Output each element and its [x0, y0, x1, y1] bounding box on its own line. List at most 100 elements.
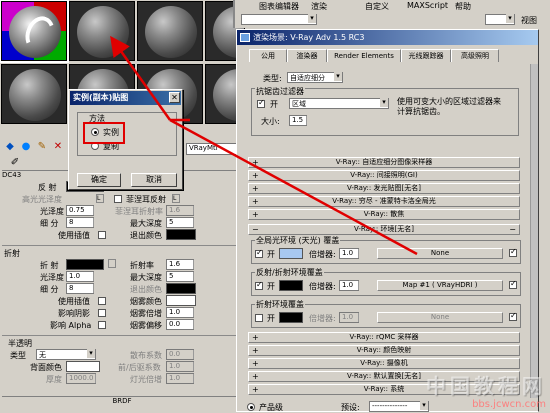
gi-env-color-swatch[interactable] — [279, 248, 303, 259]
refl-env-map-checkbox[interactable] — [509, 279, 517, 289]
gloss-spinner[interactable]: 0.75 — [66, 205, 100, 216]
refl-env-color-swatch[interactable] — [279, 280, 303, 291]
fog-color-swatch[interactable] — [166, 295, 196, 306]
pick-material-icon[interactable]: ✐ — [8, 156, 22, 170]
gi-env-on-checkbox[interactable] — [255, 248, 263, 258]
rollout-color-mapping[interactable]: + V-Ray:: 颜色映射 — [248, 345, 520, 356]
refl-mult-spinner[interactable]: 1.0 — [339, 280, 365, 291]
fog-bias-spinner[interactable]: 0.0 — [166, 319, 200, 330]
get-material-icon[interactable]: ◆ — [3, 140, 17, 154]
fwd-bck-label: 前/后驱系数 — [118, 363, 161, 372]
subdivs-spinner[interactable]: 8 — [66, 217, 100, 228]
menu-maxscript[interactable]: MAXScript — [407, 1, 448, 10]
hilight-lock-text: L — [97, 195, 101, 202]
refl-env-on-checkbox[interactable] — [255, 280, 263, 290]
teapot-icon — [240, 33, 250, 42]
refl-env-map-button[interactable]: Map #1 ( VRayHDRI ) — [377, 280, 503, 291]
tab-advanced-lighting[interactable]: 高级照明 — [451, 49, 499, 62]
refr-exit-color-swatch[interactable] — [166, 283, 196, 294]
fresnel-lock-button[interactable]: L — [172, 194, 180, 203]
gi-env-label: 全局光环境 (天光) 覆盖 — [255, 235, 341, 246]
assign-material-icon[interactable]: ✎ — [35, 140, 49, 154]
material-slot-2[interactable] — [69, 1, 135, 61]
filter-dropdown[interactable]: 区域 — [289, 98, 389, 109]
refr-max-depth-spinner[interactable]: 5 — [166, 271, 200, 282]
rollout-environment[interactable]: − V-Ray:: 环境[无名] − — [248, 224, 520, 235]
tab-render-elements[interactable]: Render Elements — [327, 49, 401, 62]
refr-mult-spinner[interactable]: 1.0 — [339, 312, 365, 323]
refract-color-swatch[interactable] — [66, 259, 104, 270]
rollout-header-brdf[interactable]: BRDF — [2, 396, 242, 407]
put-to-scene-icon[interactable]: ● — [19, 140, 33, 154]
aa-filter-on-checkbox[interactable] — [257, 98, 265, 108]
fresnel-ior-spinner[interactable]: 1.6 — [166, 205, 200, 216]
gi-env-map-checkbox[interactable] — [509, 247, 517, 257]
rollout-gi[interactable]: + V-Ray:: 间接照明(GI) — [248, 170, 520, 181]
back-color-swatch[interactable] — [66, 361, 100, 372]
gi-mult-spinner[interactable]: 1.0 — [339, 248, 365, 259]
refr-env-color-swatch[interactable] — [279, 312, 303, 323]
rollout-irradiance-map[interactable]: + V-Ray:: 发光贴图[无名] — [248, 183, 520, 194]
rollout-caustics-label: V-Ray:: 散焦 — [363, 210, 405, 218]
rollout-image-sampler-label: V-Ray:: 自适应细分图像采样器 — [335, 158, 433, 166]
trans-type-dropdown[interactable]: 无 — [36, 349, 96, 360]
refract-label: 折 射 — [40, 261, 59, 270]
filter-size-spinner[interactable]: 1.5 — [289, 115, 313, 126]
refr-env-map-button[interactable]: None — [377, 312, 503, 323]
material-slot-4[interactable] — [1, 64, 67, 124]
fresnel-checkbox[interactable] — [114, 195, 122, 203]
view-combo[interactable] — [485, 14, 515, 25]
gi-env-map-button[interactable]: None — [377, 248, 503, 259]
rollout-image-sampler[interactable]: + V-Ray:: 自适应细分图像采样器 — [248, 157, 520, 168]
refr-gloss-spinner[interactable]: 1.0 — [66, 271, 100, 282]
refl-env-label: 反射/折射环境覆盖 — [255, 267, 324, 278]
rollout-camera[interactable]: + V-Ray:: 摄像机 — [248, 358, 520, 369]
affect-alpha-checkbox[interactable] — [98, 321, 106, 329]
reset-map-icon[interactable]: ✕ — [51, 140, 65, 154]
menu-help[interactable]: 帮助 — [455, 1, 471, 12]
fog-mult-spinner[interactable]: 1.0 — [166, 307, 200, 318]
refr-subdivs-spinner[interactable]: 8 — [66, 283, 100, 294]
rollout-rqmc-sampler[interactable]: + V-Ray:: rQMC 采样器 — [248, 332, 520, 343]
sampler-type-dropdown[interactable]: 自适应细分 — [287, 72, 343, 83]
tab-renderer[interactable]: 渲染器 — [287, 49, 327, 62]
selection-set-combo[interactable] — [241, 14, 317, 25]
production-radio[interactable] — [247, 403, 255, 411]
max-depth-label: 最大深度 — [130, 219, 162, 228]
thickness-spinner[interactable]: 1000.0 — [66, 373, 102, 384]
refr-interp-checkbox[interactable] — [98, 297, 106, 305]
material-slot-1[interactable] — [0, 0, 69, 63]
back-color-label: 背面颜色 — [30, 363, 62, 372]
watermark-url: bbs.jcwcn.com — [472, 399, 546, 410]
material-type-button[interactable]: VRayMtl — [186, 143, 241, 155]
exit-color-swatch[interactable] — [166, 229, 196, 240]
render-dialog-scrollbar[interactable] — [530, 64, 538, 398]
rollout-brute-force-label: V-Ray:: 穷尽 - 准蒙特卡洛全局光 — [332, 197, 436, 205]
ok-button[interactable]: 确定 — [77, 173, 121, 187]
close-icon: ✕ — [171, 93, 178, 102]
material-slot-3[interactable] — [137, 1, 203, 61]
refract-map-button[interactable] — [108, 259, 116, 268]
max-depth-spinner[interactable]: 5 — [166, 217, 200, 228]
refraction-section-label: 折射 — [4, 249, 20, 258]
rollout-caustics[interactable]: + V-Ray:: 散焦 — [248, 209, 520, 220]
tab-common[interactable]: 公用 — [249, 49, 287, 62]
dialog-close-button[interactable]: ✕ — [169, 92, 180, 103]
affect-shadows-checkbox[interactable] — [98, 309, 106, 317]
refr-env-map-checkbox[interactable] — [509, 311, 517, 321]
scatter-spinner[interactable]: 0.0 — [166, 349, 200, 360]
fog-color-label: 烟雾颜色 — [130, 297, 162, 306]
menu-customize[interactable]: 自定义 — [365, 1, 389, 12]
refr-env-on-checkbox[interactable] — [255, 314, 263, 322]
menu-graph-editors[interactable]: 图表编辑器 — [259, 1, 299, 12]
rollout-brute-force[interactable]: + V-Ray:: 穷尽 - 准蒙特卡洛全局光 — [248, 196, 520, 207]
cancel-button[interactable]: 取消 — [131, 173, 177, 187]
hilight-lock-button[interactable]: L — [96, 194, 104, 203]
use-interp-checkbox[interactable] — [98, 231, 106, 239]
light-mult-spinner[interactable]: 1.0 — [166, 373, 200, 384]
divider — [2, 335, 242, 336]
fwd-bck-spinner[interactable]: 1.0 — [166, 361, 200, 372]
menu-rendering[interactable]: 渲染 — [311, 1, 327, 12]
ior-spinner[interactable]: 1.6 — [166, 259, 200, 270]
tab-raytracer[interactable]: 光线跟踪器 — [401, 49, 451, 62]
